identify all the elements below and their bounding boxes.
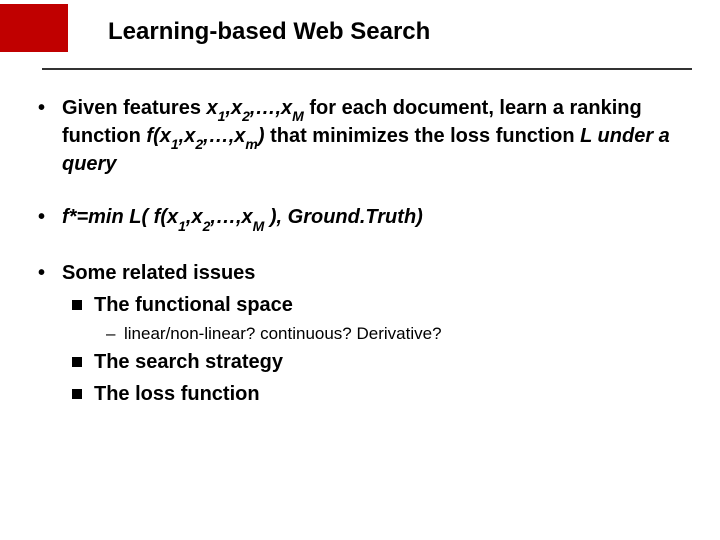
- bullet-related-issues: Some related issues The functional space…: [36, 261, 684, 407]
- sub-functional-space: The functional space linear/non-linear? …: [62, 293, 684, 344]
- sub-2: 2: [242, 108, 250, 124]
- sub-M: M: [292, 108, 304, 124]
- sub-2: 2: [203, 218, 211, 234]
- txt: linear/non-linear? continuous? Derivativ…: [124, 324, 442, 343]
- bullet-fstar: f*=min L( f(x1,x2,…,xM ), Ground.Truth): [36, 205, 684, 233]
- fn-fx: f(x: [141, 125, 171, 147]
- slide-body: Given features x1,x2,…,xM for each docum…: [36, 96, 684, 435]
- fn-fstar: f*=min L( f(x: [62, 206, 178, 228]
- txt: that minimizes the: [265, 125, 451, 147]
- slide: Learning-based Web Search Given features…: [0, 0, 720, 540]
- subsub-linear-nonlinear: linear/non-linear? continuous? Derivativ…: [94, 323, 684, 345]
- sub-loss-function: The loss function: [62, 382, 684, 408]
- txt-issues: Some related issues: [62, 262, 255, 284]
- txt: The functional space: [94, 294, 293, 316]
- title-divider: [42, 68, 692, 70]
- sub-M: M: [253, 218, 265, 234]
- sub-1: 1: [178, 218, 186, 234]
- var-x: x: [231, 97, 242, 119]
- var-x: x: [281, 97, 292, 119]
- txt: ,…,x: [203, 125, 245, 147]
- sub-1: 1: [218, 108, 226, 124]
- sub-m: m: [245, 136, 257, 152]
- slide-title: Learning-based Web Search: [108, 18, 430, 46]
- txt: ,…,x: [210, 206, 252, 228]
- sub-search-strategy: The search strategy: [62, 350, 684, 376]
- txt-loss: loss function: [450, 125, 574, 147]
- accent-bar: [0, 4, 68, 52]
- sub-1: 1: [171, 136, 179, 152]
- txt: ): [258, 125, 265, 147]
- txt: ,…,: [250, 97, 281, 119]
- txt: ), Ground.Truth): [264, 206, 423, 228]
- bullet-given-features: Given features x1,x2,…,xM for each docum…: [36, 96, 684, 177]
- sub-2: 2: [195, 136, 203, 152]
- txt: The search strategy: [94, 351, 283, 373]
- var-x: x: [207, 97, 218, 119]
- txt: ,x: [179, 125, 196, 147]
- txt: Given: [62, 97, 123, 119]
- txt-features: features: [123, 97, 201, 119]
- txt: The loss function: [94, 383, 260, 405]
- txt: ,x: [186, 206, 203, 228]
